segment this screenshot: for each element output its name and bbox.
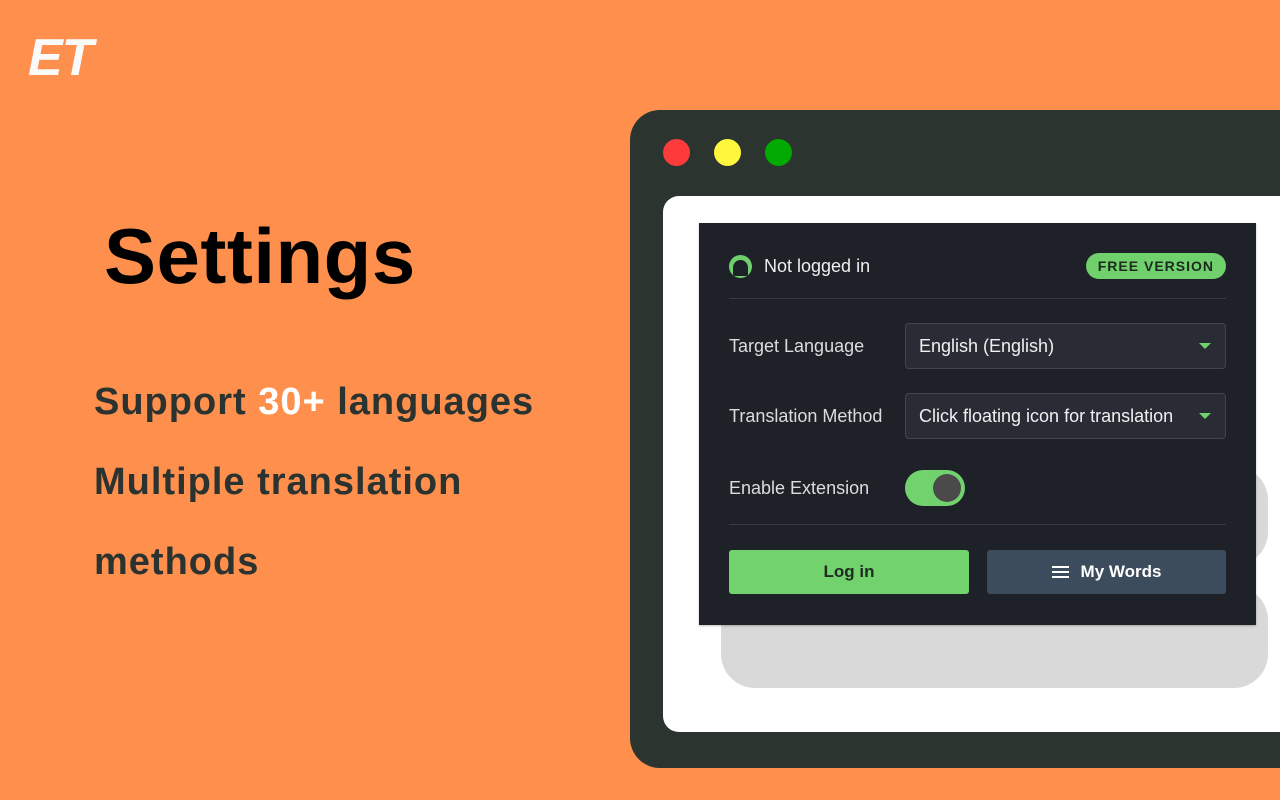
divider [729, 524, 1226, 525]
enable-extension-toggle[interactable] [905, 470, 965, 506]
feature-methods: Multiple translation methods [94, 461, 463, 583]
target-language-label: Target Language [729, 335, 865, 356]
target-language-select[interactable]: English (English) [905, 323, 1226, 369]
chevron-down-icon [1199, 413, 1211, 419]
translation-method-label: Translation Method [729, 405, 883, 426]
toggle-knob [933, 474, 961, 502]
translation-method-field: Translation Method Click floating icon f… [729, 393, 1226, 439]
account-status: Not logged in [729, 254, 871, 278]
my-words-button[interactable]: My Words [987, 550, 1226, 594]
maximize-window-button[interactable] [765, 139, 792, 166]
account-row: Not logged in FREE VERSION [729, 253, 1226, 279]
version-badge: FREE VERSION [1085, 253, 1226, 279]
target-language-value: English (English) [919, 335, 1055, 356]
extension-popup: Not logged in FREE VERSION Target Langua… [699, 223, 1256, 625]
target-language-field: Target Language English (English) [729, 323, 1226, 369]
page-title: Settings [104, 212, 416, 300]
login-button[interactable]: Log in [729, 550, 969, 594]
user-avatar-icon [729, 254, 752, 278]
feature-text: Support [94, 381, 259, 423]
feature-highlight: 30+ [258, 381, 326, 423]
enable-extension-field: Enable Extension [729, 465, 1226, 511]
menu-icon [1051, 566, 1069, 578]
close-window-button[interactable] [663, 139, 690, 166]
translation-method-select[interactable]: Click floating icon for translation [905, 393, 1226, 439]
feature-text: languages [325, 381, 535, 423]
feature-list: Support 30+ languages Multiple translati… [94, 362, 594, 602]
minimize-window-button[interactable] [714, 139, 741, 166]
my-words-label: My Words [1080, 562, 1162, 581]
divider [729, 298, 1226, 299]
enable-extension-label: Enable Extension [729, 477, 870, 498]
feature-languages: Support 30+ languages [94, 362, 594, 442]
chevron-down-icon [1199, 343, 1211, 349]
login-status-text: Not logged in [764, 255, 871, 276]
translation-method-value: Click floating icon for translation [919, 405, 1174, 426]
brand-logo: ET [28, 29, 93, 87]
